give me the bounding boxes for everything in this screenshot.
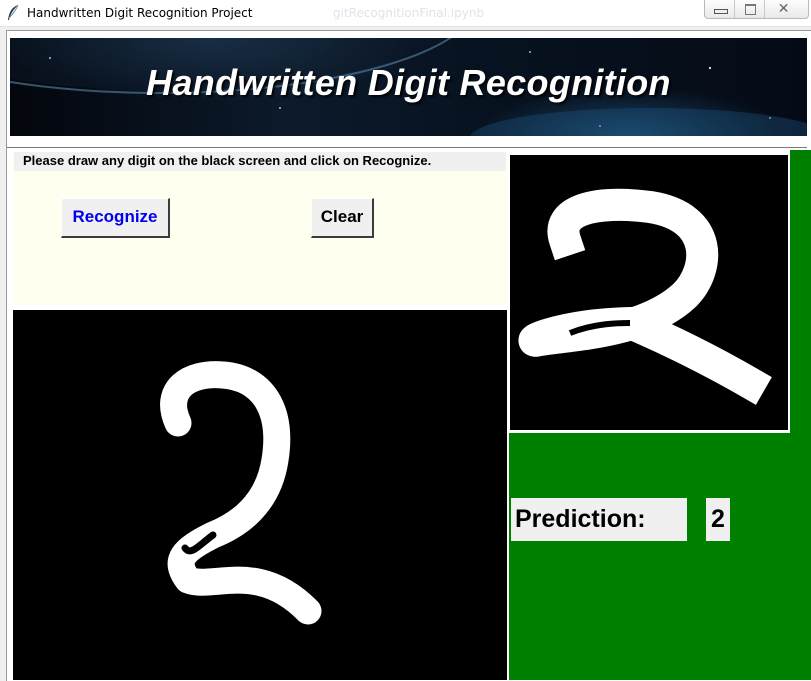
handwritten-digit-drawing <box>160 361 322 625</box>
window-title-bar: Handwritten Digit Recognition Project gi… <box>0 0 811 27</box>
instruction-label: Please draw any digit on the black scree… <box>14 152 506 171</box>
result-panel <box>509 433 811 680</box>
processed-digit-preview <box>510 155 788 430</box>
minimize-button[interactable] <box>705 0 735 18</box>
window-title: Handwritten Digit Recognition Project <box>27 6 253 20</box>
header-banner: Handwritten Digit Recognition <box>10 38 807 136</box>
feather-icon <box>8 4 19 20</box>
background-window-title: gitRecognitionFinal.ipynb <box>333 6 485 20</box>
drawing-canvas[interactable] <box>13 310 507 680</box>
recognize-button[interactable]: Recognize <box>61 198 170 238</box>
window-controls: ✕ <box>704 0 809 19</box>
prediction-label: Prediction: <box>511 498 687 541</box>
close-button[interactable]: ✕ <box>765 0 808 18</box>
minimize-icon <box>714 9 728 14</box>
result-panel-strip <box>790 150 811 433</box>
header-divider <box>7 147 807 148</box>
digit-preview-image <box>518 188 772 405</box>
prediction-value: 2 <box>706 498 730 541</box>
close-icon: ✕ <box>777 1 790 17</box>
maximize-button[interactable] <box>735 0 765 18</box>
maximize-icon <box>744 4 756 15</box>
banner-title: Handwritten Digit Recognition <box>146 62 671 103</box>
clear-button[interactable]: Clear <box>311 198 374 238</box>
